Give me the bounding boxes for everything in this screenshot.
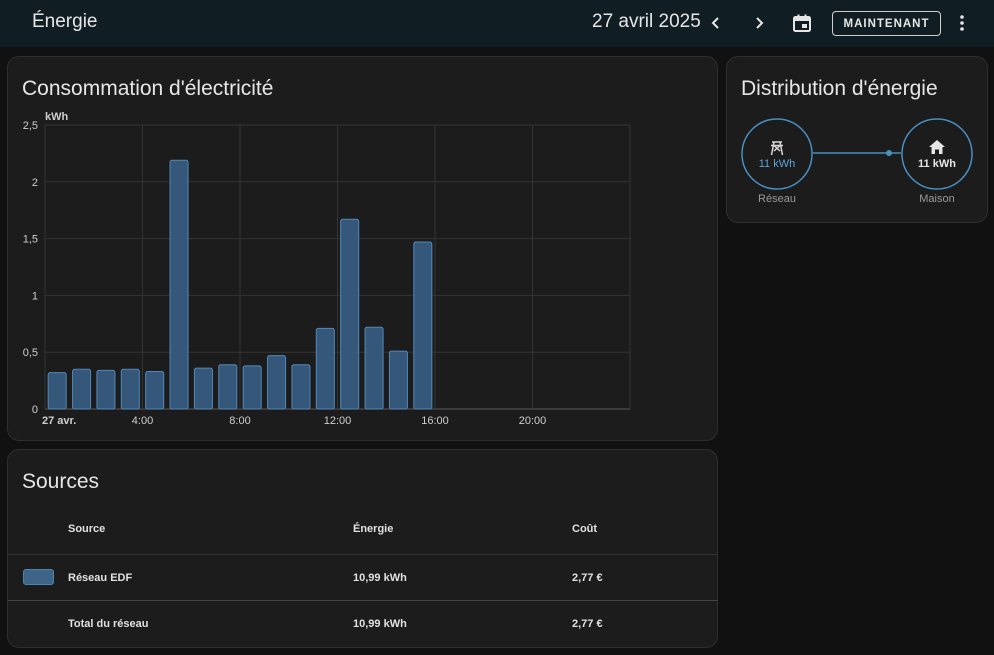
more-vertical-icon (960, 15, 964, 31)
page-title: Énergie (32, 11, 98, 32)
transmission-tower-icon (770, 141, 784, 156)
chart-grid (44, 124, 631, 410)
bar[interactable] (340, 218, 360, 410)
consumption-card: Consommation d'électricité 0 0,5 1 1,5 2 2,5 k… (7, 56, 718, 441)
bar[interactable] (267, 355, 287, 410)
previous-period-button[interactable] (703, 10, 729, 36)
header-energy: Énergie (353, 523, 394, 535)
y-tick-label: 0,5 (23, 347, 38, 359)
distribution-card: Distribution d'énergie 11 kWh 11 kWh Rés… (726, 56, 988, 223)
bar[interactable] (47, 372, 67, 410)
x-tick-label: 27 avr. (42, 415, 76, 427)
bar[interactable] (145, 371, 165, 410)
bar[interactable] (413, 241, 433, 410)
sources-card: Sources Source Énergie Coût Réseau EDF 1… (7, 449, 718, 648)
grid-node-caption: Réseau (758, 193, 796, 205)
y-tick-label: 0 (32, 404, 38, 416)
home-node-value: 11 kWh (918, 158, 956, 170)
grid-node[interactable] (741, 118, 813, 190)
x-tick-label: 20:00 (519, 415, 547, 427)
total-energy: 10,99 kWh (353, 618, 407, 630)
y-axis-unit: kWh (45, 111, 69, 123)
x-tick-label: 8:00 (229, 415, 250, 427)
sources-card-title: Sources (22, 470, 100, 493)
header-source: Source (68, 523, 106, 535)
chevron-left-icon (711, 17, 719, 29)
bar[interactable] (96, 369, 116, 410)
y-tick-label: 2 (32, 177, 38, 189)
bar[interactable] (193, 367, 213, 410)
bar[interactable] (315, 327, 335, 410)
now-button[interactable]: MAINTENANT (832, 11, 941, 36)
header-cost: Coût (572, 523, 598, 535)
source-color-swatch (23, 569, 54, 585)
bar[interactable] (169, 159, 189, 410)
table-divider (8, 600, 718, 601)
calendar-button[interactable] (789, 10, 815, 36)
bar[interactable] (291, 364, 311, 410)
bar[interactable] (388, 350, 408, 410)
table-divider (8, 554, 718, 555)
date-label: 27 avril 2025 (592, 11, 701, 32)
bar[interactable] (218, 364, 238, 410)
chevron-right-icon (756, 17, 764, 29)
source-cost: 2,77 € (572, 572, 603, 584)
total-label: Total du réseau (68, 618, 149, 630)
more-options-button[interactable] (949, 10, 975, 36)
bar[interactable] (364, 326, 384, 410)
bar[interactable] (72, 368, 92, 410)
source-energy: 10,99 kWh (353, 572, 407, 584)
top-app-bar: Énergie 27 avril 2025 MAINTENANT (0, 0, 994, 47)
grid-node-value: 11 kWh (758, 158, 796, 170)
source-name: Réseau EDF (68, 572, 133, 584)
home-node[interactable] (901, 118, 973, 190)
home-node-caption: Maison (919, 193, 955, 205)
next-period-button[interactable] (746, 10, 772, 36)
x-tick-label: 4:00 (132, 415, 153, 427)
x-tick-label: 16:00 (421, 415, 449, 427)
consumption-chart: 0 0,5 1 1,5 2 2,5 kWh 27 avr. 4:00 8:00 12:00 16:00… (23, 111, 631, 427)
y-tick-label: 1,5 (23, 234, 38, 246)
total-cost: 2,77 € (572, 618, 603, 630)
calendar-icon (793, 14, 811, 32)
home-icon (929, 140, 945, 154)
y-tick-label: 1 (32, 290, 38, 302)
bar[interactable] (242, 365, 262, 410)
bar[interactable] (120, 368, 140, 410)
flow-dot (886, 150, 892, 156)
x-tick-label: 12:00 (324, 415, 352, 427)
y-tick-label: 2,5 (23, 120, 38, 132)
